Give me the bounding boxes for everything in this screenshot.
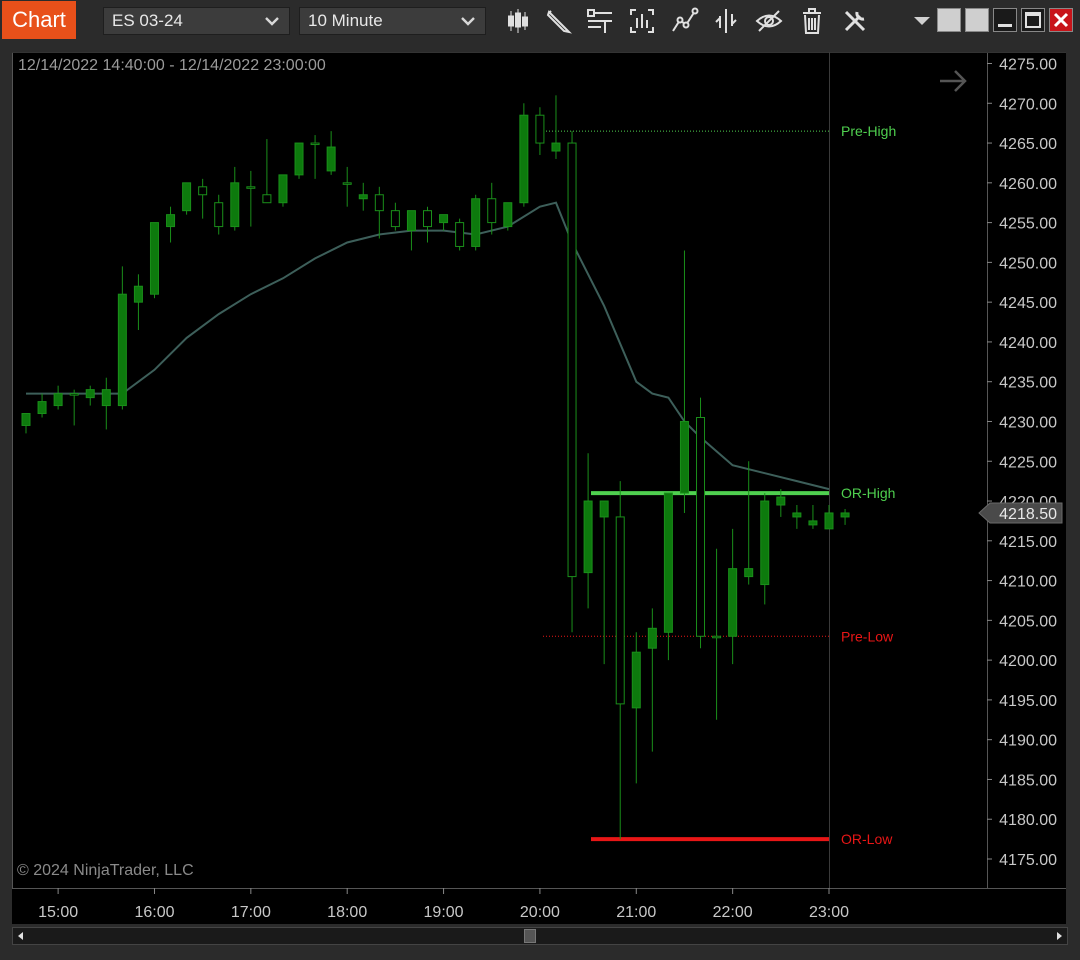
candle-body	[53, 393, 63, 407]
candle-body	[439, 214, 449, 224]
price-tick-label: 4210.00	[999, 574, 1057, 591]
price-tick-label: 4200.00	[999, 653, 1057, 670]
price-tick-label: 4205.00	[999, 613, 1057, 630]
price-tick-label: 4265.00	[999, 136, 1057, 153]
candle-body	[69, 393, 79, 396]
copyright-label: © 2024 NinjaTrader, LLC	[17, 862, 194, 879]
candle-body	[230, 182, 240, 228]
time-tick-label: 21:00	[616, 904, 656, 921]
date-range-label: 12/14/2022 14:40:00 - 12/14/2022 23:00:0…	[18, 57, 326, 74]
candle-body	[423, 210, 432, 228]
price-tick-label: 4250.00	[999, 255, 1057, 272]
price-tick-label: 4230.00	[999, 414, 1057, 431]
time-tick-label: 23:00	[809, 904, 849, 921]
time-tick-label: 16:00	[134, 904, 174, 921]
candle-body	[503, 202, 513, 228]
candle-body	[21, 413, 31, 426]
time-tick-label: 19:00	[424, 904, 464, 921]
scroll-thumb[interactable]	[524, 929, 536, 943]
time-tick-label: 17:00	[231, 904, 271, 921]
candle-body	[808, 520, 818, 526]
price-tick-label: 4235.00	[999, 375, 1057, 392]
candle-body	[149, 222, 159, 295]
candle-body	[246, 186, 256, 189]
price-tick-label: 4225.00	[999, 454, 1057, 471]
candle-body	[342, 182, 352, 185]
candle-body	[824, 512, 834, 530]
price-tick-label: 4255.00	[999, 216, 1057, 233]
candle-body	[599, 500, 609, 518]
candle-body	[679, 420, 689, 494]
time-tick-label: 15:00	[38, 904, 78, 921]
candle-body	[214, 202, 224, 228]
candle-body	[182, 182, 192, 212]
time-tick-label: 18:00	[327, 904, 367, 921]
scroll-right-icon[interactable]	[1053, 930, 1065, 942]
price-tick-label: 4240.00	[999, 335, 1057, 352]
candle-body	[471, 198, 481, 247]
candle-body	[37, 401, 47, 415]
candle-body	[406, 210, 416, 232]
candle-body	[310, 142, 320, 146]
level-label-pre-high: Pre-High	[841, 123, 896, 139]
price-tick-label: 4215.00	[999, 534, 1057, 551]
candle-body	[696, 416, 706, 637]
candle-body	[358, 194, 368, 200]
candle-body	[535, 114, 545, 144]
price-tick-label: 4190.00	[999, 733, 1057, 750]
candle-body	[567, 142, 577, 578]
price-chart: 4275.00 4270.00 4265.00 4260.00 4255.00 4250.…	[12, 52, 1066, 921]
candle-body	[776, 496, 786, 506]
candle-body	[615, 516, 625, 705]
candle-body	[101, 389, 111, 407]
candle-body	[583, 500, 593, 574]
candle-body	[455, 222, 465, 247]
level-label-or-high: OR-High	[841, 485, 895, 501]
horizontal-scrollbar[interactable]	[12, 927, 1068, 945]
price-tick-label: 4180.00	[999, 812, 1057, 829]
candle-body	[760, 500, 770, 586]
candle-body	[792, 512, 802, 518]
candle-body	[487, 198, 497, 224]
price-tick-label: 4175.00	[999, 852, 1057, 869]
candle-body	[117, 293, 127, 407]
time-tick-label: 20:00	[520, 904, 560, 921]
moving-average-line	[26, 201, 830, 491]
level-label-pre-low: Pre-Low	[841, 628, 894, 644]
scroll-to-end-arrow-icon	[940, 70, 967, 92]
candle-body	[294, 142, 304, 176]
candle-body	[519, 114, 529, 204]
candle-body	[326, 146, 336, 172]
candle-body	[631, 651, 641, 709]
candle-body	[647, 627, 657, 649]
price-tick-label: 4185.00	[999, 772, 1057, 789]
price-tick-label: 4195.00	[999, 693, 1057, 710]
candle-body	[133, 285, 143, 303]
candle-body	[663, 492, 673, 633]
candle-body	[374, 194, 384, 212]
scroll-left-icon[interactable]	[15, 930, 27, 942]
candle-body	[840, 512, 850, 518]
price-tick-label: 4275.00	[999, 57, 1057, 74]
candle-body	[744, 568, 754, 578]
candle-body	[712, 635, 722, 639]
candle-body	[728, 568, 738, 637]
candle-body	[551, 142, 561, 152]
current-price-label: 4218.50	[999, 506, 1057, 523]
candle-body	[85, 389, 95, 399]
price-tick-label: 4245.00	[999, 295, 1057, 312]
level-label-or-low: OR-Low	[841, 831, 893, 847]
price-tick-label: 4260.00	[999, 176, 1057, 193]
candle-body	[278, 174, 288, 204]
time-tick-label: 22:00	[713, 904, 753, 921]
candle-body	[198, 186, 208, 196]
candle-body	[262, 194, 272, 204]
candle-body	[390, 210, 400, 228]
price-tick-label: 4270.00	[999, 96, 1057, 113]
candle-body	[166, 214, 176, 228]
